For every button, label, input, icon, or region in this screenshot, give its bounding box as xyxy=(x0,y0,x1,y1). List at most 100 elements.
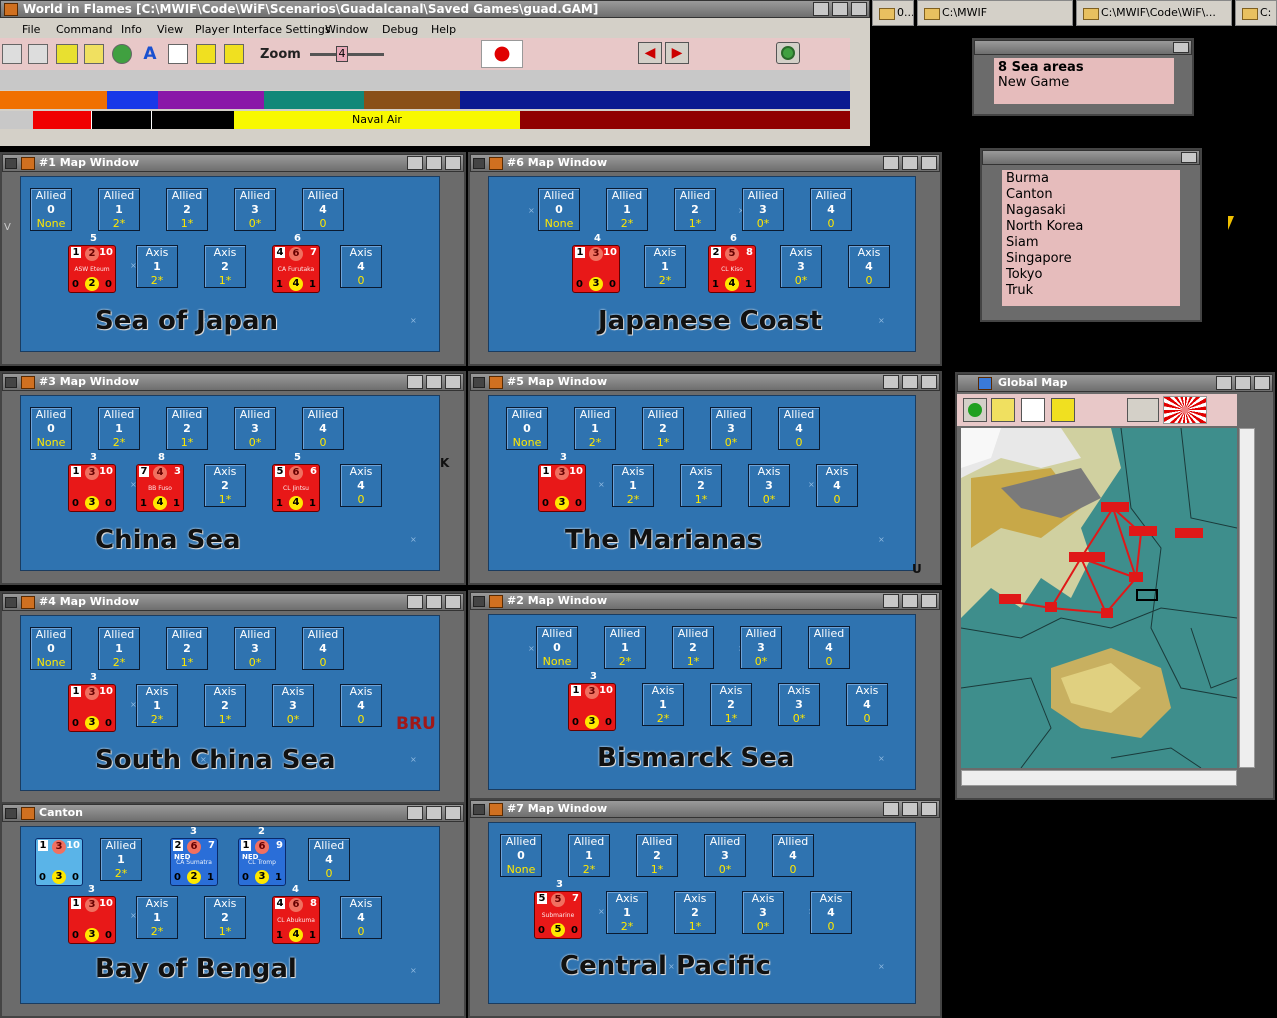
tool-icon-4[interactable] xyxy=(84,44,104,64)
zoom-slider-thumb[interactable]: 4 xyxy=(336,46,348,62)
sea-box[interactable]: Axis 1 2* xyxy=(136,896,178,939)
unit-counter[interactable]: 5 5 7 Submarine 0 5 0 xyxy=(534,891,582,939)
sea-box[interactable]: Allied 1 2* xyxy=(100,838,142,881)
menu-window[interactable]: Window xyxy=(325,23,368,36)
sea-box[interactable]: Allied 4 0 xyxy=(810,188,852,231)
list-item[interactable]: Burma xyxy=(1006,171,1176,187)
global-map-titlebar[interactable]: Global Map xyxy=(957,374,1273,392)
sea-box[interactable]: Axis 1 2* xyxy=(642,683,684,726)
close-button[interactable] xyxy=(851,2,867,16)
sea-box[interactable]: Axis 1 2* xyxy=(606,891,648,934)
sea-box[interactable]: Axis 3 0* xyxy=(742,891,784,934)
tool-icon-9[interactable] xyxy=(224,44,244,64)
sea-box[interactable]: Axis 1 2* xyxy=(136,684,178,727)
tool-icon[interactable] xyxy=(991,398,1015,422)
sea-box[interactable]: Axis 2 1* xyxy=(204,684,246,727)
unit-counter[interactable]: 1 3 10 0 3 0 xyxy=(568,683,616,731)
sea-box[interactable]: Allied 3 0* xyxy=(704,834,746,877)
sea-box[interactable]: Axis 2 1* xyxy=(204,245,246,288)
list-item[interactable]: North Korea xyxy=(1006,219,1176,235)
sea-box[interactable]: Allied 0 None xyxy=(30,188,72,231)
unit-counter[interactable]: 1 3 10 0 3 0 xyxy=(572,245,620,293)
sea-box[interactable]: Axis 4 0 xyxy=(340,464,382,507)
gear-icon[interactable] xyxy=(112,44,132,64)
sea-box[interactable]: Allied 4 0 xyxy=(302,407,344,450)
maximize-button[interactable] xyxy=(426,375,442,389)
places-titlebar[interactable] xyxy=(982,150,1200,165)
sea-box[interactable]: Axis 3 0* xyxy=(780,245,822,288)
map-window-titlebar[interactable]: #2 Map Window xyxy=(470,592,940,610)
sea-box[interactable]: Allied 4 0 xyxy=(302,627,344,670)
close-button[interactable] xyxy=(921,594,937,608)
close-button[interactable] xyxy=(445,595,461,609)
close-button[interactable] xyxy=(445,156,461,170)
sea-box[interactable]: Allied 4 0 xyxy=(778,407,820,450)
sea-box[interactable]: Allied 0 None xyxy=(500,834,542,877)
minimize-button[interactable] xyxy=(407,375,423,389)
unit-counter[interactable]: 1 2 10 ASW Eteum 0 2 0 xyxy=(68,245,116,293)
unit-counter[interactable]: 1 3 10 0 3 0 xyxy=(68,464,116,512)
sea-box[interactable]: Allied 3 0* xyxy=(740,626,782,669)
close-button[interactable] xyxy=(921,802,937,816)
sea-box[interactable]: Allied 1 2* xyxy=(604,626,646,669)
sea-box[interactable]: Allied 2 1* xyxy=(166,188,208,231)
minimize-button[interactable] xyxy=(813,2,829,16)
menu-debug[interactable]: Debug xyxy=(382,23,418,36)
hex-icon[interactable] xyxy=(963,398,987,422)
close-button[interactable] xyxy=(445,375,461,389)
minimize-button[interactable] xyxy=(407,595,423,609)
minimize-button[interactable] xyxy=(883,375,899,389)
maximize-button[interactable] xyxy=(426,595,442,609)
sea-box[interactable]: Axis 4 0 xyxy=(810,891,852,934)
unit-counter[interactable]: 7 4 3 BB Fuso 1 4 1 xyxy=(136,464,184,512)
unit-counter[interactable]: 4 6 8 CL Abukuma 1 4 1 xyxy=(272,896,320,944)
sea-box[interactable]: Allied 1 2* xyxy=(98,188,140,231)
minimize-button[interactable] xyxy=(1216,376,1232,390)
sea-box[interactable]: Allied 3 0* xyxy=(234,627,276,670)
maximize-button[interactable] xyxy=(902,802,918,816)
close-button[interactable] xyxy=(445,806,461,820)
list-item[interactable]: Singapore xyxy=(1006,251,1176,267)
menu-info[interactable]: Info xyxy=(121,23,142,36)
sea-box[interactable]: Allied 1 2* xyxy=(568,834,610,877)
maximize-button[interactable] xyxy=(902,375,918,389)
ship-icon[interactable] xyxy=(1127,398,1159,422)
sea-box[interactable]: Allied 2 1* xyxy=(642,407,684,450)
sea-box[interactable]: Axis 2 1* xyxy=(204,464,246,507)
sea-box[interactable]: Allied 1 2* xyxy=(606,188,648,231)
flag-icon[interactable] xyxy=(168,44,188,64)
close-button[interactable] xyxy=(921,375,937,389)
map-window-titlebar[interactable]: #1 Map Window xyxy=(2,154,464,172)
sea-box[interactable]: Allied 0 None xyxy=(30,627,72,670)
sea-box[interactable]: Axis 4 0 xyxy=(340,684,382,727)
map-window-titlebar[interactable]: #6 Map Window xyxy=(470,154,940,172)
sea-box[interactable]: Allied 4 0 xyxy=(772,834,814,877)
maximize-button[interactable] xyxy=(426,156,442,170)
sea-box[interactable]: Axis 4 0 xyxy=(340,896,382,939)
sea-box[interactable]: Allied 0 None xyxy=(506,407,548,450)
maximize-button[interactable] xyxy=(832,2,848,16)
map-window-titlebar[interactable]: #4 Map Window xyxy=(2,593,464,611)
list-item[interactable]: Nagasaki xyxy=(1006,203,1176,219)
sea-areas-titlebar[interactable] xyxy=(974,40,1192,55)
sea-box[interactable]: Allied 2 1* xyxy=(672,626,714,669)
text-icon[interactable]: A xyxy=(140,44,160,64)
sea-box[interactable]: Allied 2 1* xyxy=(166,627,208,670)
sea-box[interactable]: Axis 4 0 xyxy=(816,464,858,507)
sea-box[interactable]: Axis 2 1* xyxy=(204,896,246,939)
sea-box[interactable]: Allied 2 1* xyxy=(674,188,716,231)
menu-file[interactable]: File xyxy=(22,23,40,36)
horizontal-scrollbar[interactable] xyxy=(961,770,1237,786)
taskbar-btn-2[interactable]: C:\MWIF xyxy=(917,0,1073,26)
menu-player-interface-settings[interactable]: Player Interface Settings xyxy=(195,23,331,36)
flag-icon[interactable] xyxy=(1021,398,1045,422)
target-icon[interactable] xyxy=(776,42,800,64)
list-item[interactable]: Truk xyxy=(1006,283,1176,299)
list-item[interactable]: Siam xyxy=(1006,235,1176,251)
sea-box[interactable]: Axis 1 2* xyxy=(612,464,654,507)
sea-box[interactable]: Allied 0 None xyxy=(30,407,72,450)
unit-counter[interactable]: 2 6 7 CA Sumatra 0 2 1 NED xyxy=(170,838,218,886)
minimize-button[interactable] xyxy=(883,594,899,608)
close-button[interactable] xyxy=(1173,42,1189,53)
minimize-button[interactable] xyxy=(407,156,423,170)
